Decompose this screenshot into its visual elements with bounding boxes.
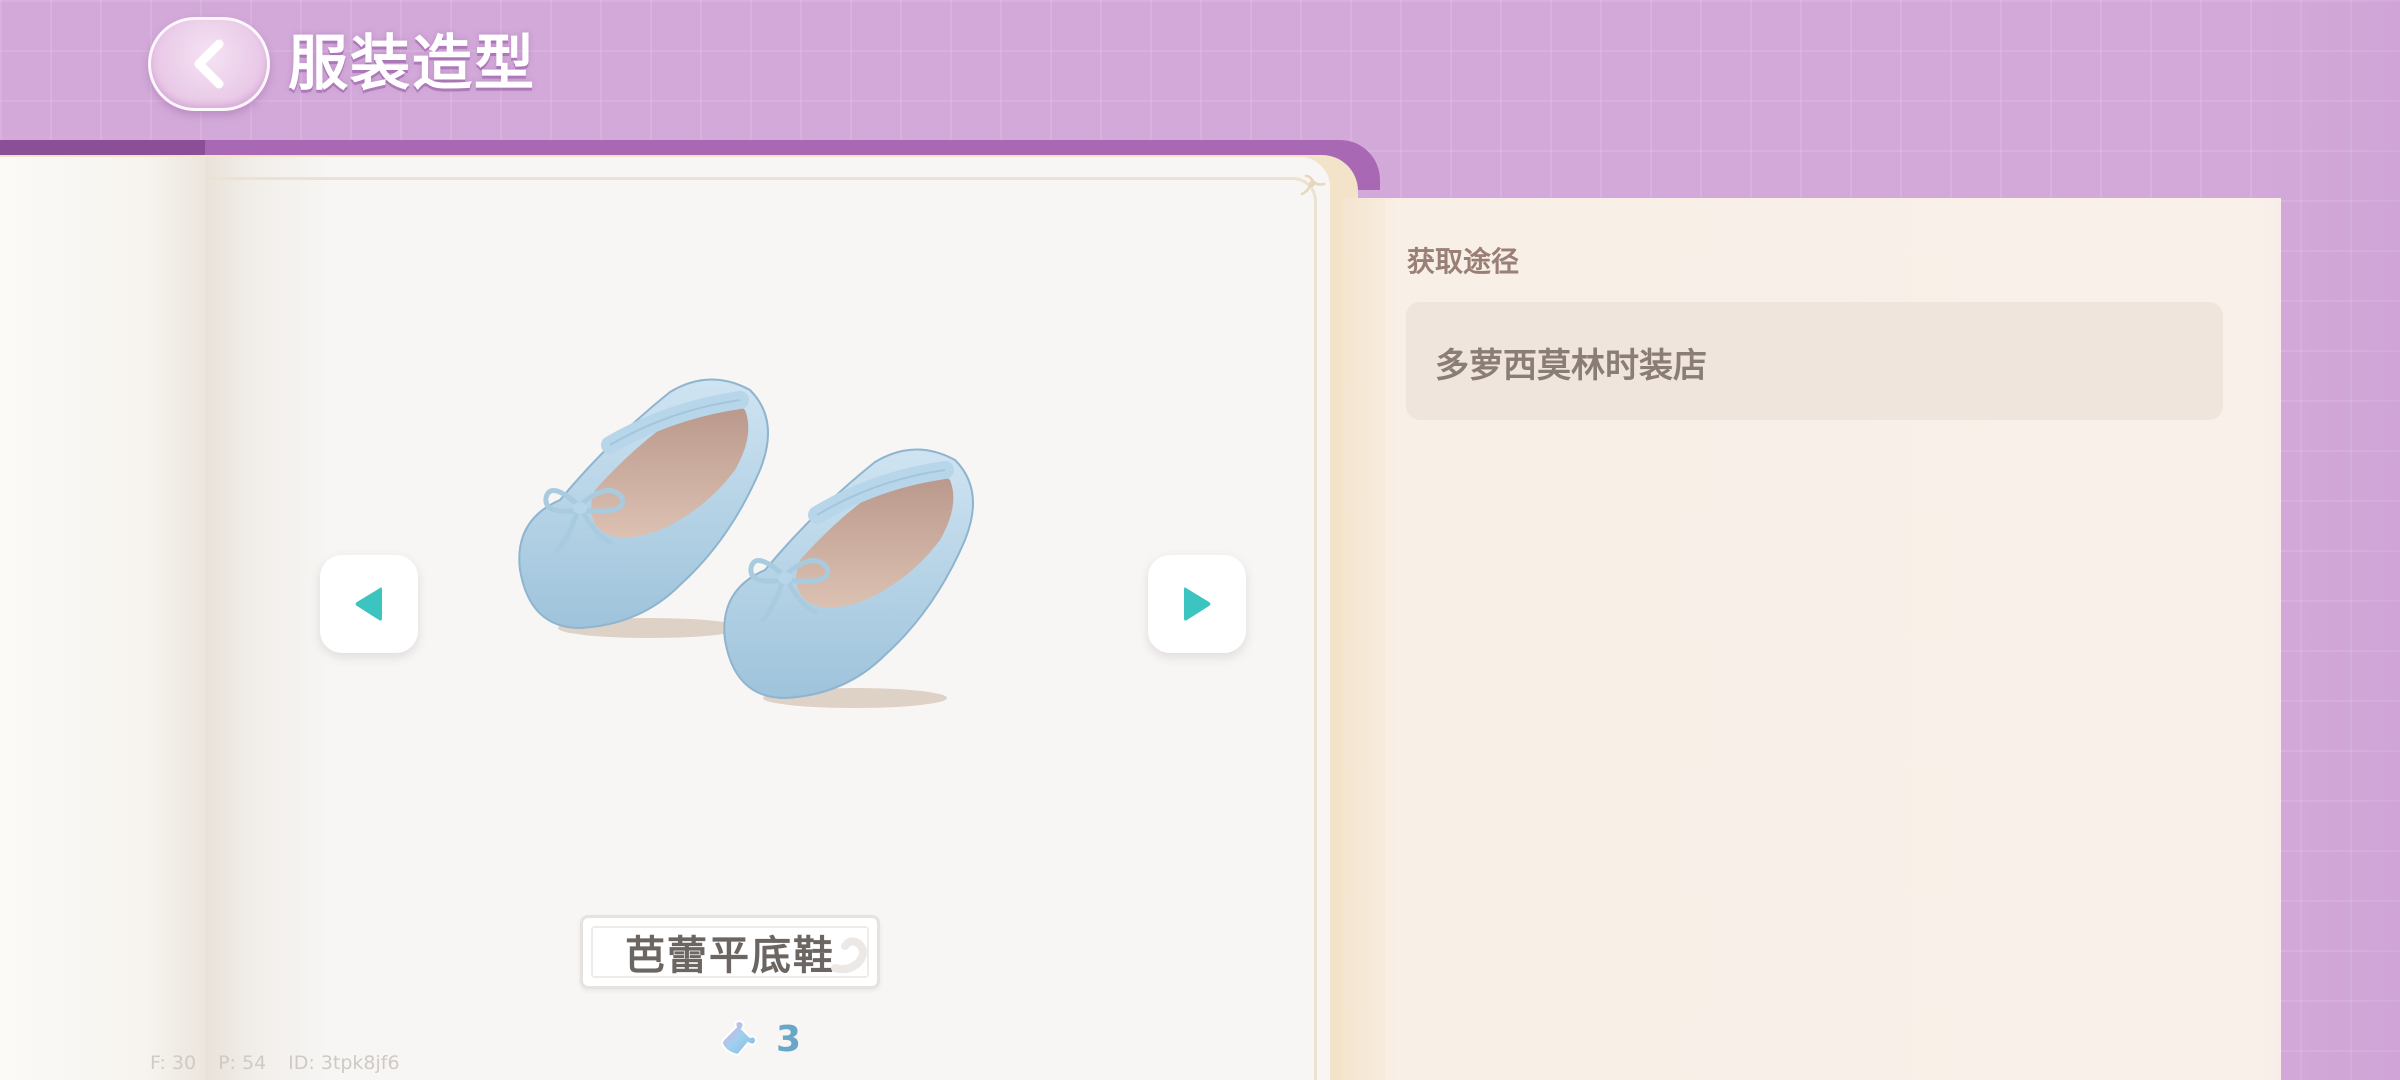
item-preview-image [518, 378, 974, 708]
triangle-left-icon [355, 587, 382, 621]
screen: 服装造型 芭蕾平底鞋 3 F: 30 P: 54 ID: 3tpk8jf6 获取… [0, 0, 2400, 1080]
acquisition-heading: 获取途径 [1407, 245, 1520, 278]
back-button[interactable] [148, 17, 270, 111]
debug-id: ID: 3tpk8jf6 [288, 1052, 400, 1074]
page-title: 服装造型 [288, 29, 536, 99]
next-item-button[interactable] [1148, 555, 1246, 653]
swirl-decoration-icon [831, 937, 867, 974]
right-shoe [723, 448, 974, 708]
triangle-right-icon [1184, 587, 1211, 621]
debug-ping: P: 54 [218, 1052, 267, 1074]
chevron-left-icon [194, 39, 224, 89]
acquisition-panel: 获取途径 多萝西莫林时装店 [1343, 198, 2281, 1080]
corner-flourish-icon [1300, 174, 1326, 196]
previous-item-button[interactable] [320, 555, 418, 653]
acquisition-source-item[interactable]: 多萝西莫林时装店 [1406, 302, 2223, 420]
item-name-plate: 芭蕾平底鞋 [580, 915, 880, 989]
acquisition-source-label: 多萝西莫林时装店 [1435, 346, 1707, 386]
item-count-value: 3 [776, 1018, 802, 1060]
puzzle-piece-icon [721, 1019, 758, 1057]
debug-fps: F: 30 [150, 1052, 197, 1074]
debug-info: F: 30 P: 54 ID: 3tpk8jf6 [150, 1052, 422, 1074]
item-name: 芭蕾平底鞋 [625, 933, 835, 979]
book-left-page [0, 157, 205, 1080]
item-count: 3 [718, 1016, 801, 1062]
